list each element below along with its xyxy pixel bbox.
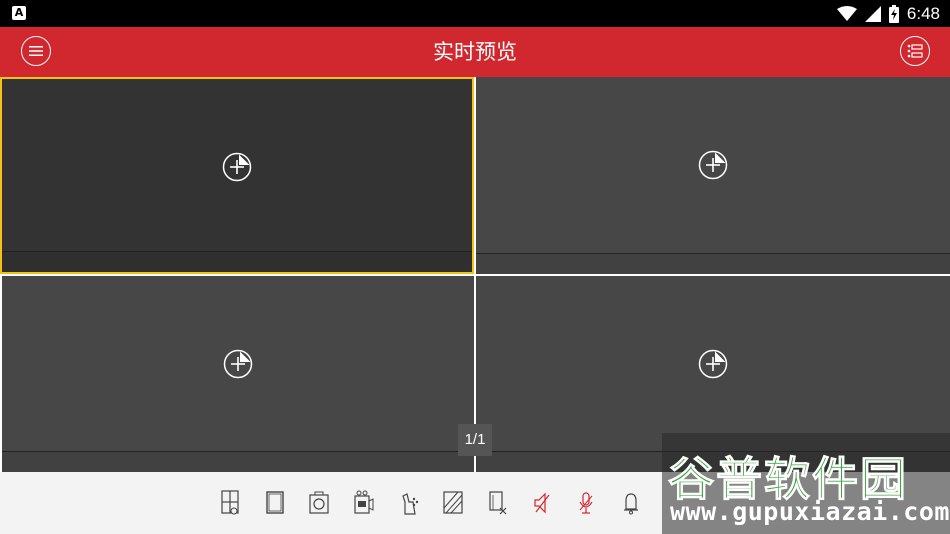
ptz-icon <box>402 493 419 515</box>
alarm-button[interactable] <box>620 489 642 517</box>
status-bar-right: 6:48 <box>836 0 940 27</box>
close-all-button[interactable] <box>487 489 509 517</box>
status-bar: A 6:48 <box>0 0 950 27</box>
page-indicator: 1/1 <box>458 424 492 456</box>
video-window-info-bar <box>2 451 474 472</box>
signal-icon <box>864 5 881 22</box>
close-all-icon <box>489 491 507 515</box>
layout-button[interactable] <box>219 489 241 517</box>
record-icon <box>354 490 374 514</box>
mute-button[interactable] <box>531 489 553 517</box>
page-title: 实时预览 <box>433 40 517 64</box>
watermark: 谷普软件园 www.gupuxiazai.com <box>662 433 950 534</box>
talk-icon <box>579 492 593 514</box>
video-window-3[interactable] <box>2 276 474 472</box>
ptz-button[interactable] <box>398 489 420 517</box>
video-window-info-bar <box>476 253 950 274</box>
capture-button[interactable] <box>308 489 330 517</box>
quality-button[interactable] <box>442 489 464 517</box>
capture-icon <box>309 491 329 514</box>
talk-button[interactable] <box>575 489 597 517</box>
battery-icon <box>888 4 899 23</box>
add-channel-icon[interactable] <box>222 152 252 182</box>
video-window-2[interactable] <box>476 77 950 274</box>
app-bar: 实时预览 <box>0 27 950 77</box>
status-time: 6:48 <box>906 3 940 23</box>
device-list-button[interactable] <box>900 36 930 66</box>
video-window-1[interactable] <box>0 77 474 274</box>
mute-icon <box>534 492 550 514</box>
add-channel-icon[interactable] <box>698 150 728 180</box>
fullscreen-button[interactable] <box>264 489 286 517</box>
alarm-icon <box>624 493 638 515</box>
record-button[interactable] <box>353 489 375 517</box>
watermark-site: www.gupuxiazai.com <box>670 497 950 526</box>
quality-icon <box>443 491 463 514</box>
wifi-icon <box>836 5 857 21</box>
notification-icon: A <box>12 6 26 20</box>
layout-icon <box>221 490 239 515</box>
add-channel-icon[interactable] <box>698 349 728 379</box>
add-channel-icon[interactable] <box>223 349 253 379</box>
video-window-info-bar <box>2 251 472 272</box>
video-grid <box>0 77 950 472</box>
device-list-icon <box>907 44 923 58</box>
fullscreen-icon <box>266 491 284 514</box>
